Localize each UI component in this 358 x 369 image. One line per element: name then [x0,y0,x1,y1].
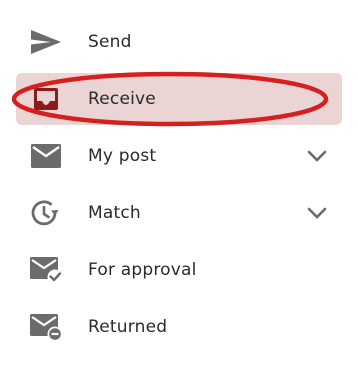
menu-item-label: Match [88,203,141,223]
menu-item-returned[interactable]: Returned [16,301,342,353]
history-icon [28,198,64,228]
navigation-menu: Send Receive My post Match For approval … [0,0,358,369]
menu-item-label: My post [88,146,157,166]
menu-item-label: For approval [88,260,197,280]
menu-item-label: Returned [88,317,168,337]
send-icon [28,27,64,57]
chevron-down-icon[interactable] [306,145,328,167]
menu-item-receive[interactable]: Receive [16,73,342,125]
mail-minus-icon [28,312,64,342]
menu-item-label: Receive [88,89,156,109]
mail-icon [28,141,64,171]
menu-item-match[interactable]: Match [16,187,342,239]
menu-item-for-approval[interactable]: For approval [16,244,342,296]
menu-item-send[interactable]: Send [16,16,342,68]
chevron-down-icon[interactable] [306,202,328,224]
menu-item-label: Send [88,32,132,52]
mail-check-icon [28,255,64,285]
inbox-icon [28,84,64,114]
menu-item-my-post[interactable]: My post [16,130,342,182]
